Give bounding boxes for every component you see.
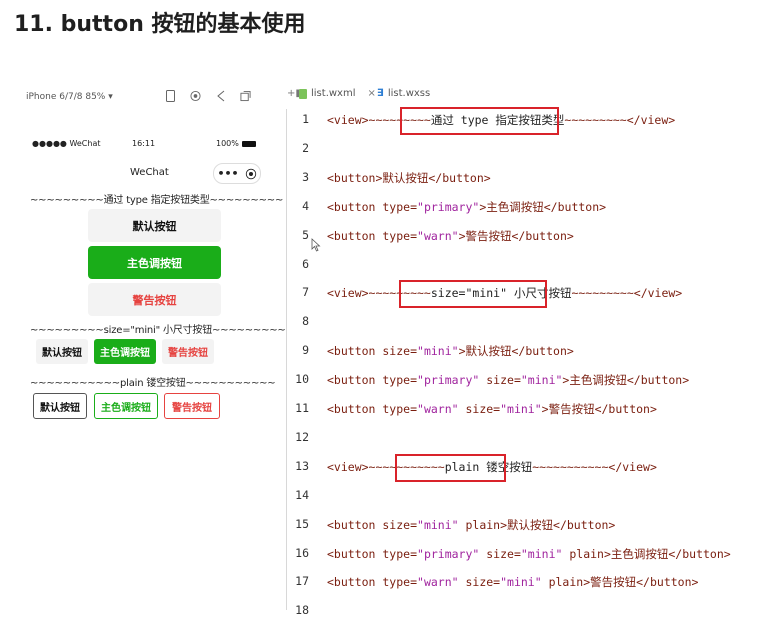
nav-title: WeChat [130, 167, 169, 178]
mini-default-button[interactable]: 默认按钮 [36, 339, 88, 364]
line-number: 17 [295, 574, 309, 589]
battery-icon [241, 140, 256, 147]
carrier-label: ●●●●● WeChat [32, 139, 101, 148]
code-text: <button size="mini">默认按钮</button> [327, 344, 574, 359]
phone-icon[interactable] [165, 89, 176, 102]
code-text: <button type="primary" size="mini" plain… [327, 546, 731, 561]
code-line[interactable]: 11 <button type="warn" size="mini">警告按钮</… [287, 401, 778, 421]
line-number: 13 [295, 458, 309, 473]
code-text: <button>默认按钮</button> [327, 170, 491, 185]
highlight-box [395, 453, 506, 482]
tab-label: list.wxml [311, 88, 356, 99]
line-number: 8 [302, 314, 309, 329]
nav-bar: WeChat ••• ⦿ [20, 161, 286, 185]
code-line[interactable]: 18 [287, 603, 778, 623]
simulator-toolbar: iPhone 6/7/8 85% ▾ [20, 85, 286, 109]
mini-warn-button[interactable]: 警告按钮 [162, 339, 214, 364]
close-tab-icon[interactable]: × [367, 88, 375, 99]
plain-primary-button[interactable]: 主色调按钮 [94, 393, 158, 419]
tab-label: list.wxss [387, 88, 431, 99]
code-line[interactable]: 6 [287, 257, 778, 277]
plain-warn-button[interactable]: 警告按钮 [164, 393, 220, 419]
capsule-menu: ••• ⦿ [213, 163, 261, 184]
separator-type: ~~~~~~~~~通过 type 指定按钮类型~~~~~~~~~ [30, 195, 284, 206]
status-bar: ●●●●● WeChat 16:11 100% [20, 139, 286, 153]
code-text: <button type="primary">主色调按钮</button> [327, 199, 607, 214]
code-line[interactable]: 4 <button type="primary">主色调按钮</button> [287, 199, 778, 219]
wxss-file-icon: ∃ [377, 88, 384, 99]
code-text: <button type="primary" size="mini">主色调按钮… [327, 373, 690, 388]
line-number: 4 [302, 198, 309, 213]
default-button[interactable]: 默认按钮 [88, 209, 221, 242]
tab-list-wxml[interactable]: list.wxml × [299, 88, 376, 99]
wxml-file-icon [299, 88, 307, 99]
code-line[interactable]: 17 <button type="warn" size="mini" plain>… [287, 574, 778, 594]
close-mini-program-icon[interactable]: ⦿ [246, 166, 257, 182]
code-editor[interactable]: 1 <view>~~~~~~~~~通过 type 指定按钮类型~~~~~~~~~<… [287, 107, 778, 617]
code-line[interactable]: 10 <button type="primary" size="mini">主色调… [287, 372, 778, 392]
simulator-toolbar-icons [165, 89, 251, 102]
warn-button[interactable]: 警告按钮 [88, 283, 221, 316]
code-line[interactable]: 14 [287, 488, 778, 508]
line-number: 7 [302, 285, 309, 300]
volume-icon[interactable] [215, 89, 226, 102]
line-number: 6 [302, 256, 309, 271]
line-number: 2 [302, 140, 309, 155]
line-number: 15 [295, 516, 309, 531]
code-text: <button type="warn">警告按钮</button> [327, 228, 574, 243]
phone-screen: ●●●●● WeChat 16:11 100% WeChat ••• ⦿ ~~~… [20, 109, 286, 610]
primary-button[interactable]: 主色调按钮 [88, 246, 221, 279]
line-number: 12 [295, 429, 309, 444]
code-text: <button type="warn" size="mini">警告按钮</bu… [327, 402, 657, 416]
plain-default-button[interactable]: 默认按钮 [33, 393, 87, 419]
code-line[interactable]: 3 <button>默认按钮</button> [287, 170, 778, 190]
line-number: 1 [302, 112, 309, 126]
code-line[interactable]: 13 <view>~~~~~~~~~~~plain 镂空按钮~~~~~~~~~~~… [287, 459, 778, 479]
status-time: 16:11 [132, 139, 156, 148]
line-number: 5 [302, 227, 309, 242]
line-number: 11 [295, 401, 309, 415]
code-text: <button type="warn" size="mini" plain>警告… [327, 575, 699, 590]
page-title: 11. button 按钮的基本使用 [14, 12, 306, 37]
line-number: 10 [295, 372, 309, 387]
record-icon[interactable] [190, 89, 201, 102]
code-line[interactable]: 9 <button size="mini">默认按钮</button> [287, 343, 778, 363]
device-selector[interactable]: iPhone 6/7/8 85% ▾ [26, 92, 113, 102]
line-number: 14 [295, 487, 309, 502]
code-line[interactable]: 5 <button type="warn">警告按钮</button> [287, 228, 778, 248]
highlight-box [399, 280, 547, 309]
code-line[interactable]: 16 <button type="primary" size="mini" pla… [287, 546, 778, 566]
code-line[interactable]: 8 [287, 314, 778, 334]
code-line[interactable]: 2 [287, 141, 778, 161]
code-line[interactable]: 15 <button size="mini" plain>默认按钮</button… [287, 517, 778, 537]
tab-list-wxss[interactable]: ∃ list.wxss [377, 88, 430, 99]
battery-status: 100% [216, 139, 256, 148]
mouse-cursor-icon [311, 238, 321, 256]
line-number: 18 [295, 603, 309, 618]
line-number: 3 [302, 169, 309, 184]
window-icon[interactable] [240, 89, 251, 102]
line-number: 16 [295, 545, 309, 560]
mini-primary-button[interactable]: 主色调按钮 [94, 339, 156, 364]
separator-size: ~~~~~~~~~size="mini" 小尺寸按钮~~~~~~~~~ [30, 325, 286, 336]
line-number: 9 [302, 343, 309, 358]
code-text: <button size="mini" plain>默认按钮</button> [327, 517, 616, 532]
editor-tab-bar: +◧ list.wxml × ∃ list.wxss [287, 85, 778, 107]
highlight-box [400, 107, 559, 135]
separator-plain: ~~~~~~~~~~~plain 镂空按钮~~~~~~~~~~~ [30, 378, 276, 389]
simulator-panel: ●●●●● WeChat 16:11 100% WeChat ••• ⦿ ~~~… [20, 109, 287, 610]
code-line[interactable]: 12 [287, 430, 778, 450]
more-icon[interactable]: ••• [217, 167, 238, 180]
battery-percent: 100% [216, 139, 239, 148]
